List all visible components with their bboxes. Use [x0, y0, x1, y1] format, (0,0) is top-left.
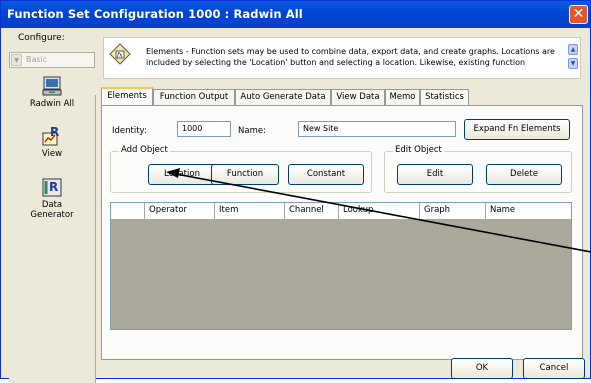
chevron-down-icon: ▼	[570, 60, 576, 67]
tab-view-data[interactable]: View Data	[331, 89, 385, 105]
grid-header-name[interactable]: Name	[486, 203, 571, 219]
window-title: Function Set Configuration 1000 : Radwin…	[7, 7, 303, 21]
configure-mode-value: Basic	[26, 55, 48, 64]
chevron-down-icon[interactable]: ▼	[11, 54, 22, 66]
tab-memo[interactable]: Memo	[385, 89, 420, 105]
close-button[interactable]: ✕	[569, 5, 588, 24]
info-box: fx Elements - Function sets may be used …	[103, 37, 581, 79]
tab-statistics[interactable]: Statistics	[420, 89, 469, 105]
identity-field[interactable]: 1000	[177, 121, 231, 137]
function-elements-icon: fx	[109, 43, 131, 65]
name-label: Name:	[238, 126, 266, 136]
name-field[interactable]: New Site	[298, 121, 456, 137]
function-button[interactable]: Function	[211, 164, 279, 185]
sidebar-item-view[interactable]: R View	[9, 125, 95, 159]
configure-mode-select[interactable]: ▼ Basic	[9, 52, 95, 68]
grid-header-graph[interactable]: Graph	[420, 203, 486, 219]
main-panel: fx Elements - Function sets may be used …	[97, 29, 589, 379]
svg-text:R: R	[50, 125, 59, 139]
grid-header: Operator Item Channel Lookup Graph Name	[111, 203, 571, 220]
scroll-up-button[interactable]: ▲	[568, 44, 578, 55]
svg-text:fx: fx	[116, 52, 123, 59]
constant-button[interactable]: Constant	[288, 164, 364, 185]
expand-fn-elements-button[interactable]: Expand Fn Elements	[464, 119, 570, 140]
edit-button[interactable]: Edit	[397, 164, 473, 185]
grid-header-operator[interactable]: Operator	[145, 203, 215, 219]
delete-button[interactable]: Delete	[486, 164, 562, 185]
info-text: Elements - Function sets may be used to …	[146, 47, 555, 67]
elements-tab-panel: Identity: 1000 Name: New Site Expand Fn …	[101, 105, 583, 360]
add-object-group: Add Object Location Function Constant	[110, 145, 372, 193]
location-button[interactable]: Location	[148, 164, 216, 185]
radwin-all-icon	[42, 76, 62, 96]
grid-header-lookup[interactable]: Lookup	[339, 203, 420, 219]
grid-header-row-selector	[111, 203, 145, 219]
sidebar-item-radwin-all[interactable]: Radwin All	[9, 75, 95, 109]
grid-header-channel[interactable]: Channel	[285, 203, 339, 219]
grid-header-item[interactable]: Item	[215, 203, 285, 219]
edit-object-label: Edit Object	[393, 145, 444, 155]
add-object-label: Add Object	[119, 145, 170, 155]
ok-button[interactable]: OK	[451, 358, 513, 379]
chevron-up-icon: ▲	[570, 46, 576, 53]
configure-label: Configure:	[18, 33, 65, 43]
sidebar-item-data-generator[interactable]: R Data Generator	[9, 176, 95, 220]
tab-function-output[interactable]: Function Output	[153, 89, 235, 105]
sidebar: Configure: ▼ Basic Radwin All R View R D…	[5, 29, 97, 383]
tab-strip: Elements Function Output Auto Generate D…	[101, 87, 581, 106]
close-icon: ✕	[572, 6, 585, 22]
function-set-configuration-window: Function Set Configuration 1000 : Radwin…	[0, 0, 591, 383]
sidebar-item-label: View	[41, 149, 63, 159]
edit-object-group: Edit Object Edit Delete	[384, 145, 572, 193]
tab-elements[interactable]: Elements	[101, 87, 153, 106]
identity-label: Identity:	[112, 126, 147, 136]
sidebar-item-label: Radwin All	[29, 99, 75, 109]
tab-auto-generate-data[interactable]: Auto Generate Data	[235, 89, 331, 105]
svg-text:R: R	[49, 180, 58, 194]
elements-grid[interactable]: Operator Item Channel Lookup Graph Name	[110, 202, 572, 330]
scroll-down-button[interactable]: ▼	[568, 58, 578, 69]
title-bar[interactable]: Function Set Configuration 1000 : Radwin…	[1, 1, 590, 28]
sidebar-item-label-line2: Generator	[30, 210, 74, 220]
cancel-button[interactable]: Cancel	[523, 358, 585, 379]
view-chart-icon: R	[42, 125, 59, 146]
sidebar-item-label-line1: Data	[41, 200, 63, 210]
data-generator-icon: R	[42, 178, 62, 197]
